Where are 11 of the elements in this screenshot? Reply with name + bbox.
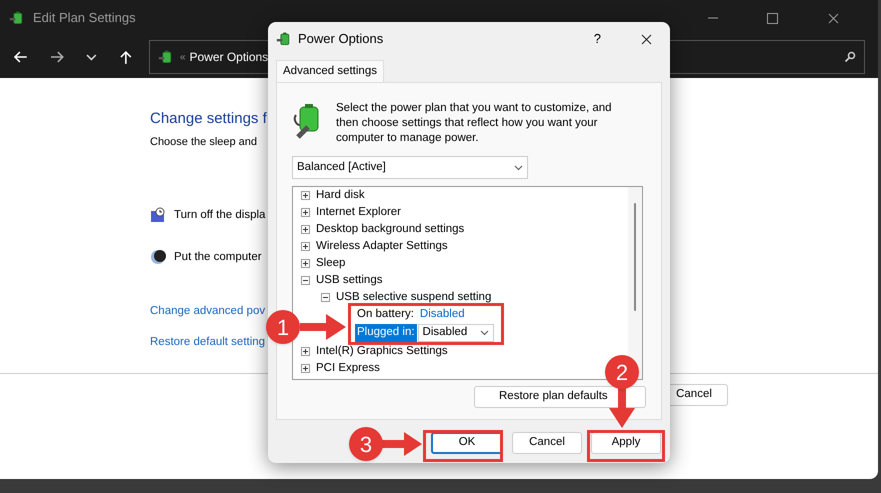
setting-label: Turn off the displa xyxy=(174,208,266,222)
dialog-title: Power Options xyxy=(298,30,384,48)
setting-label: Put the computer xyxy=(174,250,262,265)
breadcrumb-separator: « xyxy=(180,50,186,64)
page-subtitle: Choose the sleep and xyxy=(150,135,258,150)
setting-label: On battery: xyxy=(356,307,415,322)
setting-label: Plugged in: xyxy=(355,324,417,342)
description-text: Select the power plan that you want to customize, and then choose settings that reflect how you want your computer to manage power. xyxy=(336,101,613,146)
window-title: Edit Plan Settings xyxy=(33,9,136,28)
page-heading: Change settings f xyxy=(150,109,267,129)
address-text: Power Options xyxy=(189,49,268,66)
